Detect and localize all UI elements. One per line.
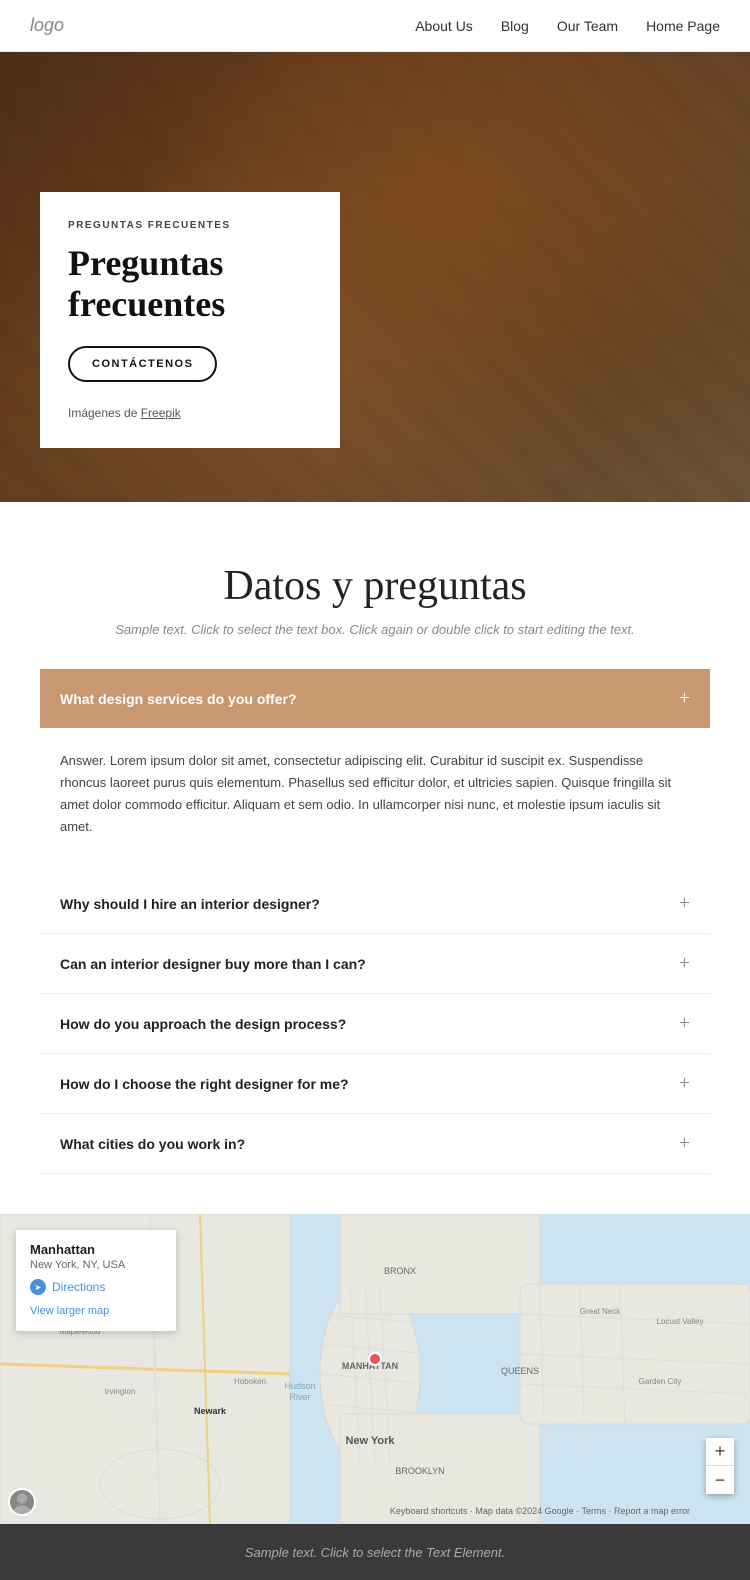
svg-text:Hoboken: Hoboken: [234, 1377, 266, 1386]
view-larger-map-link[interactable]: View larger map: [30, 1305, 109, 1317]
nav-blog[interactable]: Blog: [501, 18, 529, 34]
hero-subtitle: PREGUNTAS FRECUENTES: [68, 220, 308, 231]
contact-button[interactable]: CONTÁCTENOS: [68, 346, 217, 382]
faq-subtitle: Sample text. Click to select the text bo…: [40, 622, 710, 637]
nav-about[interactable]: About Us: [415, 18, 473, 34]
faq-active-question: What design services do you offer?: [60, 691, 297, 707]
svg-text:Locust Valley: Locust Valley: [657, 1317, 704, 1326]
map-city-name: Manhattan: [30, 1242, 162, 1257]
faq-toggle-icon-4: +: [679, 1132, 690, 1155]
zoom-out-button[interactable]: −: [706, 1466, 734, 1494]
faq-toggle-icon-3: +: [679, 1072, 690, 1095]
svg-text:BRONX: BRONX: [384, 1266, 416, 1276]
map-attribution: Keyboard shortcuts · Map data ©2024 Goog…: [390, 1506, 690, 1516]
hero-card: PREGUNTAS FRECUENTES Preguntas frecuente…: [40, 192, 340, 448]
footer-text: Sample text. Click to select the Text El…: [245, 1545, 505, 1560]
directions-label: Directions: [52, 1280, 105, 1294]
zoom-in-button[interactable]: +: [706, 1438, 734, 1466]
logo: logo: [30, 15, 64, 36]
faq-question-3: How do I choose the right designer for m…: [60, 1076, 349, 1092]
map-zoom-controls: + −: [706, 1438, 734, 1494]
freepik-link[interactable]: Freepik: [141, 406, 181, 420]
svg-text:Newark: Newark: [194, 1406, 227, 1416]
faq-toggle-icon-2: +: [679, 1012, 690, 1035]
faq-question-2: How do you approach the design process?: [60, 1016, 346, 1032]
svg-text:Great Neck: Great Neck: [580, 1307, 621, 1316]
faq-item-3[interactable]: How do I choose the right designer for m…: [40, 1054, 710, 1114]
svg-text:QUEENS: QUEENS: [501, 1366, 539, 1376]
faq-item-active[interactable]: What design services do you offer? +: [40, 669, 710, 728]
svg-text:Garden City: Garden City: [639, 1377, 682, 1386]
faq-section: Datos y preguntas Sample text. Click to …: [0, 502, 750, 1214]
map-address: New York, NY, USA: [30, 1259, 162, 1271]
faq-toggle-icon-1: +: [679, 952, 690, 975]
directions-icon: ➤: [30, 1279, 46, 1295]
faq-question-1: Can an interior designer buy more than I…: [60, 956, 366, 972]
footer: Sample text. Click to select the Text El…: [0, 1524, 750, 1580]
svg-text:New York: New York: [345, 1435, 395, 1447]
faq-active-toggle-icon: +: [679, 687, 690, 710]
svg-text:BROOKLYN: BROOKLYN: [395, 1466, 444, 1476]
svg-text:Hudson: Hudson: [284, 1381, 315, 1391]
map-info-box: Manhattan New York, NY, USA ➤ Directions…: [16, 1230, 176, 1331]
faq-question-4: What cities do you work in?: [60, 1136, 245, 1152]
faq-active-answer-text: Answer. Lorem ipsum dolor sit amet, cons…: [60, 750, 690, 838]
faq-item-2[interactable]: How do you approach the design process? …: [40, 994, 710, 1054]
nav-home[interactable]: Home Page: [646, 18, 720, 34]
map-directions[interactable]: ➤ Directions: [30, 1279, 162, 1295]
navigation: logo About Us Blog Our Team Home Page: [0, 0, 750, 52]
hero-section: PREGUNTAS FRECUENTES Preguntas frecuente…: [0, 52, 750, 502]
faq-toggle-icon-0: +: [679, 892, 690, 915]
faq-item-0[interactable]: Why should I hire an interior designer? …: [40, 874, 710, 934]
svg-text:River: River: [289, 1392, 310, 1402]
nav-links: About Us Blog Our Team Home Page: [415, 18, 720, 34]
hero-title: Preguntas frecuentes: [68, 243, 308, 326]
nav-team[interactable]: Our Team: [557, 18, 618, 34]
faq-active-answer: Answer. Lorem ipsum dolor sit amet, cons…: [40, 728, 710, 866]
faq-item-1[interactable]: Can an interior designer buy more than I…: [40, 934, 710, 994]
faq-question-0: Why should I hire an interior designer?: [60, 896, 320, 912]
hero-credit: Imágenes de Freepik: [68, 406, 308, 420]
faq-main-title: Datos y preguntas: [40, 562, 710, 610]
faq-item-4[interactable]: What cities do you work in? +: [40, 1114, 710, 1174]
map-section: Hudson River New York BROOKLYN QUEENS BR…: [0, 1214, 750, 1524]
